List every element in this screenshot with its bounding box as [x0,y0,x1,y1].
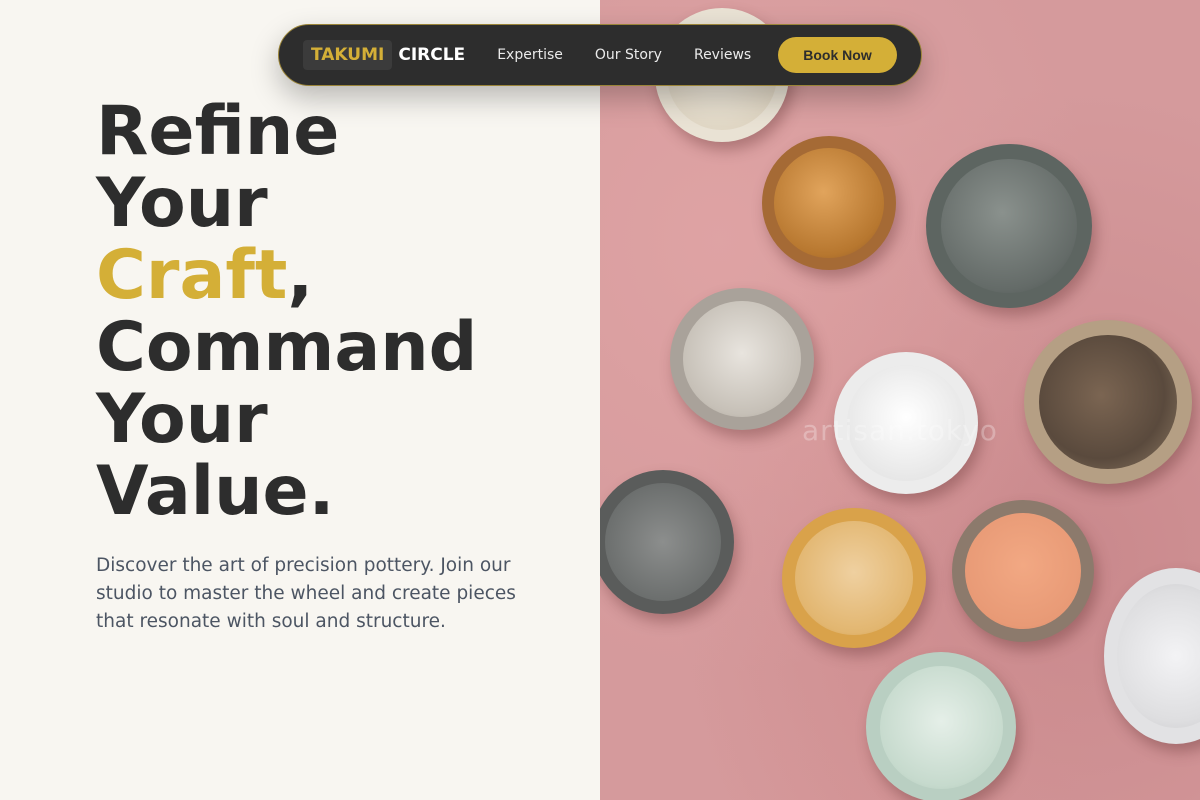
hero-text-panel: Refine Your Craft, Command Your Value. D… [0,0,600,800]
headline-line-6: Value. [96,452,335,531]
nav-link-reviews[interactable]: Reviews [694,47,751,63]
headline-line-1: Refine [96,92,340,171]
logo-text-takumi: TAKUMI [303,40,393,70]
top-navbar: TAKUMI CIRCLE Expertise Our Story Review… [278,24,922,86]
hero-image-pottery-bowls: artisan.tokyo [600,0,1200,800]
headline-line-3: Craft, [96,240,596,312]
image-watermark: artisan.tokyo [802,414,998,447]
bowl-brown-speckled [1024,320,1192,484]
bowl-mustard [782,508,926,648]
headline-accent-word: Craft [96,236,288,315]
hero-tagline: Discover the art of precision pottery. J… [96,555,516,632]
headline-line-4: Command [96,308,478,387]
bowl-charcoal [600,470,734,614]
headline-line-2: Your [96,164,268,243]
brand-logo[interactable]: TAKUMI CIRCLE [303,40,465,70]
bowl-amber [762,136,896,270]
logo-text-circle: CIRCLE [398,45,466,65]
headline-comma: , [287,236,314,315]
bowl-celadon [866,652,1016,800]
bowl-peach [952,500,1094,642]
bowl-slate [926,144,1092,308]
bowl-white-floral [1104,568,1200,744]
book-now-button[interactable]: Book Now [778,37,897,73]
hero-headline: Refine Your Craft, Command Your Value. [96,96,596,528]
bowl-grey [670,288,814,430]
nav-link-expertise[interactable]: Expertise [497,47,563,63]
nav-link-our-story[interactable]: Our Story [595,47,662,63]
nav-links: Expertise Our Story Reviews [497,47,751,63]
headline-line-5: Your [96,380,268,459]
